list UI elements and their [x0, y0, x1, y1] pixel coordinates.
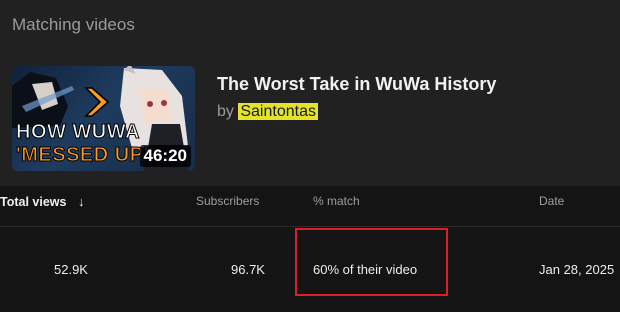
video-duration-badge: 46:20	[139, 145, 191, 167]
column-header-total-views-label: Total views	[0, 195, 67, 209]
column-header-date[interactable]: Date	[539, 194, 564, 208]
video-byline: by Saintontas	[217, 103, 318, 121]
byline-prefix: by	[217, 103, 234, 120]
column-header-match[interactable]: % match	[313, 194, 360, 208]
video-thumbnail[interactable]: HOW WUWA 'MESSED UP' 46:20	[12, 66, 195, 171]
cell-subscribers: 96.7K	[231, 262, 265, 277]
annotation-highlight-box	[295, 228, 448, 296]
matching-videos-card: Matching videos HOW WUWA 'MESSED UP' 46:…	[0, 0, 620, 186]
column-header-total-views[interactable]: Total views ↓	[0, 194, 84, 209]
thumbnail-text-line1: HOW WUWA	[16, 121, 140, 143]
video-title[interactable]: The Worst Take in WuWa History	[217, 74, 496, 95]
thumbnail-text-line2: 'MESSED UP'	[16, 144, 149, 166]
header-divider	[0, 226, 620, 227]
channel-name-link[interactable]: Saintontas	[238, 103, 318, 120]
cell-total-views: 52.9K	[54, 262, 88, 277]
column-header-subscribers[interactable]: Subscribers	[196, 194, 259, 208]
cell-date: Jan 28, 2025	[539, 262, 615, 277]
sort-descending-icon: ↓	[77, 194, 85, 209]
section-title: Matching videos	[12, 15, 135, 34]
